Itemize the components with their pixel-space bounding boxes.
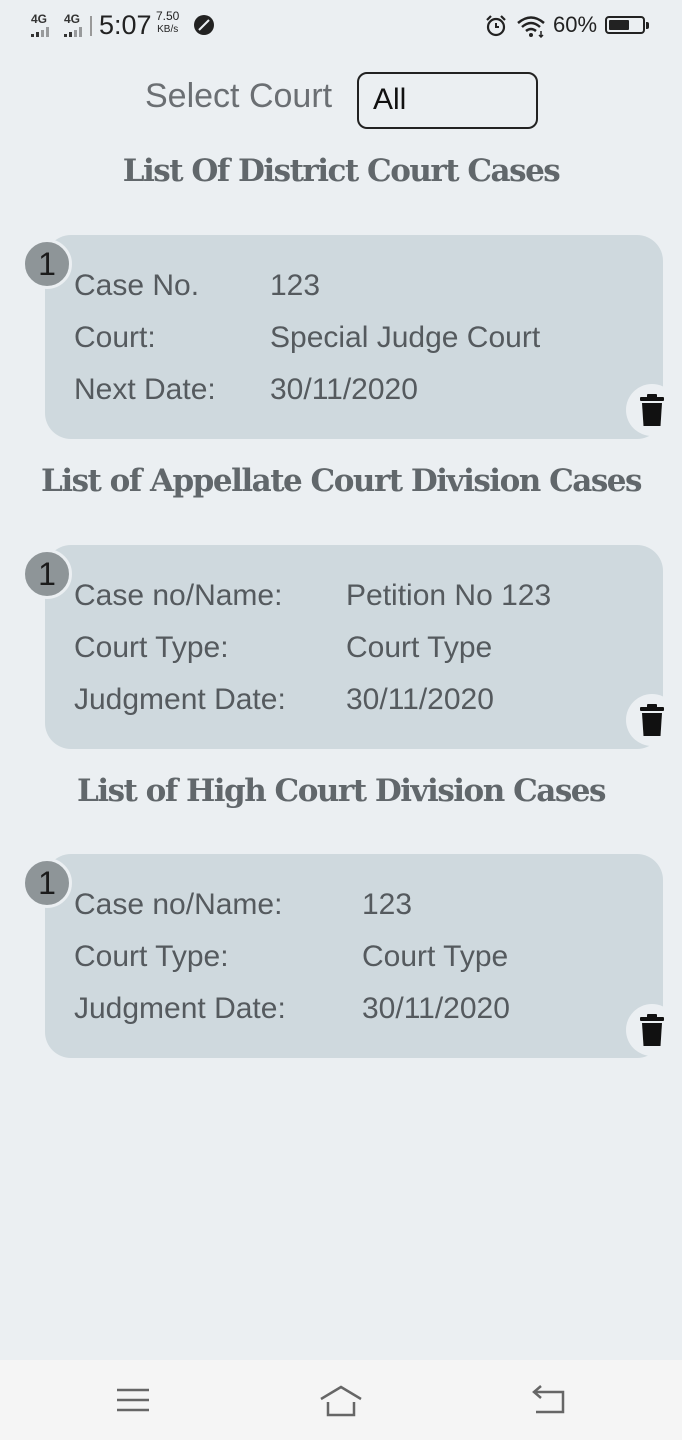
network-type-2: 4G: [64, 12, 81, 26]
leaf-icon: [194, 15, 214, 35]
case-row-label: Court Type:: [74, 940, 229, 973]
alarm-icon: [486, 15, 506, 37]
case-row-value: 123: [270, 269, 321, 302]
trash-icon: [640, 1014, 664, 1046]
high-court-division-title: List of High Court Division Cases: [77, 773, 606, 809]
case-card[interactable]: Case no/Name: 123 Court Type: Court Type…: [45, 854, 663, 1058]
case-row-value: 30/11/2020: [362, 992, 510, 1025]
case-row-value: Court Type: [362, 940, 509, 973]
case-row-value: 30/11/2020: [270, 373, 418, 406]
network-speed: 7.50 KB/s: [156, 10, 179, 36]
home-icon[interactable]: [318, 1382, 364, 1418]
case-row-value: Petition No 123: [346, 579, 552, 612]
case-row: Case No. 123: [74, 269, 320, 303]
case-card[interactable]: Case no/Name: Petition No 123 Court Type…: [45, 545, 663, 749]
network-speed-unit: KB/s: [157, 24, 179, 35]
case-row: Next Date: 30/11/2020: [74, 373, 418, 407]
battery-icon: [605, 16, 649, 34]
case-row-value: Special Judge Court: [270, 321, 541, 354]
case-row-label: Judgment Date:: [74, 992, 286, 1025]
case-row-label: Case no/Name:: [74, 579, 283, 612]
select-court-label: Select Court: [145, 77, 333, 115]
case-card[interactable]: Case No. 123 Court: Special Judge Court …: [45, 235, 663, 439]
case-row: Court Type: Court Type: [74, 940, 508, 974]
court-select[interactable]: All: [357, 72, 538, 129]
network-type-1: 4G: [31, 12, 48, 26]
case-row-label: Case No.: [74, 269, 200, 302]
clock: 5:07: [99, 10, 152, 40]
case-row-value: 30/11/2020: [346, 683, 494, 716]
system-nav-bar: [0, 1360, 682, 1440]
battery-percent: 60%: [553, 12, 598, 37]
signal-icon: [31, 27, 51, 37]
back-icon[interactable]: [528, 1382, 568, 1418]
case-row-label: Case no/Name:: [74, 888, 283, 921]
case-row-value: Court Type: [346, 631, 493, 664]
status-bar: 4G 4G 5:07 7.50 KB/s 60%: [0, 0, 682, 52]
case-row: Case no/Name: Petition No 123: [74, 579, 551, 613]
case-row-value: 123: [362, 888, 413, 921]
case-row: Judgment Date: 30/11/2020: [74, 992, 510, 1026]
case-index-badge: 1: [22, 858, 72, 908]
wifi-icon: [517, 16, 545, 38]
trash-icon: [640, 394, 664, 426]
case-row: Court Type: Court Type: [74, 631, 492, 665]
case-index-badge: 1: [22, 239, 72, 289]
case-row-label: Next Date:: [74, 373, 216, 406]
menu-icon[interactable]: [113, 1382, 153, 1418]
appellate-division-title: List of Appellate Court Division Cases: [41, 463, 642, 499]
case-row: Case no/Name: 123: [74, 888, 412, 922]
case-row-label: Court Type:: [74, 631, 229, 664]
case-row: Judgment Date: 30/11/2020: [74, 683, 494, 717]
trash-icon: [640, 704, 664, 736]
case-index-badge: 1: [22, 549, 72, 599]
district-court-title: List Of District Court Cases: [122, 153, 561, 189]
signal-icon: [64, 27, 84, 37]
network-speed-value: 7.50: [156, 9, 180, 23]
delete-button[interactable]: [626, 384, 678, 436]
case-row-label: Court:: [74, 321, 156, 354]
case-row-label: Judgment Date:: [74, 683, 286, 716]
delete-button[interactable]: [626, 1004, 678, 1056]
status-divider: [90, 16, 92, 36]
delete-button[interactable]: [626, 694, 678, 746]
case-row: Court: Special Judge Court: [74, 321, 540, 355]
